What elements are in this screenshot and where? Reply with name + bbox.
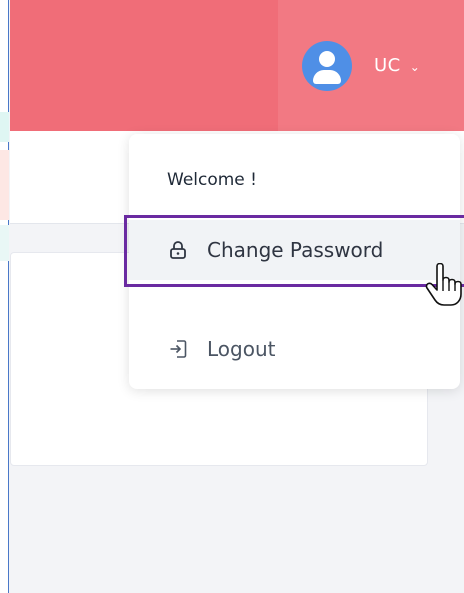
avatar[interactable]: [302, 40, 352, 91]
app-window: UC ⌄ Welcome ! Change Password Logout: [0, 0, 464, 593]
lock-icon: [167, 239, 189, 261]
avatar-head: [319, 50, 335, 67]
background-decoration: [0, 150, 9, 220]
avatar-body: [313, 69, 341, 84]
left-edge: [0, 0, 9, 593]
hand-pointer-cursor: [425, 263, 462, 306]
change-password-label: Change Password: [207, 238, 384, 262]
welcome-text: Welcome !: [167, 170, 257, 190]
background-decoration: [0, 225, 9, 261]
logout-menu-item[interactable]: Logout: [129, 320, 460, 378]
chevron-down-icon[interactable]: ⌄: [410, 60, 420, 74]
user-dropdown-menu: Welcome ! Change Password Logout: [129, 134, 460, 389]
logout-label: Logout: [207, 337, 276, 361]
logout-icon: [167, 338, 189, 360]
change-password-menu-item[interactable]: Change Password: [129, 220, 460, 280]
user-menu-toggle[interactable]: UC ⌄: [278, 0, 464, 131]
user-initials[interactable]: UC: [374, 55, 401, 76]
background-decoration: [0, 112, 9, 142]
